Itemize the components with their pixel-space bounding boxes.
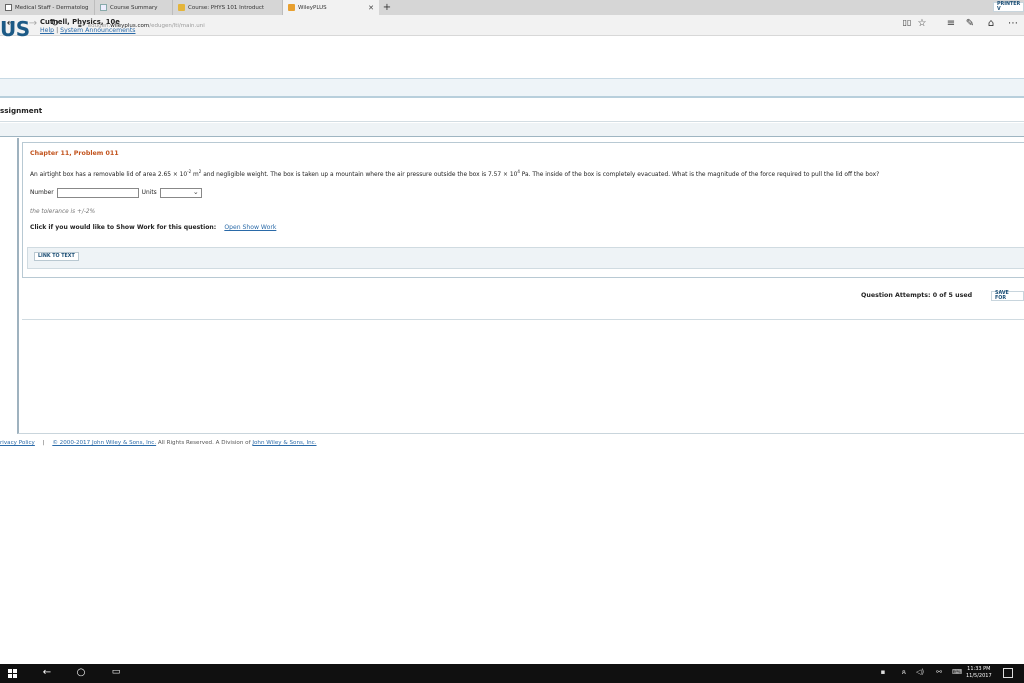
- footer-separator: |: [42, 440, 45, 446]
- keyboard-icon[interactable]: ⌨: [951, 668, 963, 676]
- problem-text: An airtight box has a removable lid of a…: [30, 169, 1024, 178]
- link-to-text-panel: [27, 247, 1024, 269]
- tab-course-summary[interactable]: Course Summary: [95, 0, 173, 15]
- more-icon[interactable]: ⋯: [1006, 18, 1020, 29]
- help-link[interactable]: Help: [40, 27, 54, 34]
- hub-icon[interactable]: ≡: [944, 18, 958, 29]
- copyright-link[interactable]: © 2000-2017 John Wiley & Sons, Inc.: [52, 440, 156, 446]
- number-input[interactable]: [56, 188, 139, 198]
- link-separator: |: [56, 27, 59, 34]
- problem-title: Chapter 11, Problem 011: [30, 150, 119, 157]
- taskbar: ← ○ ▭ ▪ ጰ ◁) ⚯ ⌨ 11:33 PM 11/5/2017: [0, 664, 1024, 683]
- printer-row: [0, 123, 1024, 137]
- tab-wileyplus[interactable]: WileyPLUS ✕: [283, 0, 379, 15]
- show-work-prompt: Click if you would like to Show Work for…: [30, 224, 217, 231]
- clock-time: 11:33 PM: [967, 666, 991, 672]
- url-path: /edugen/lti/main.uni: [149, 22, 205, 29]
- clock[interactable]: 11:33 PM 11/5/2017: [966, 666, 992, 680]
- header-links: Help | System Announcements: [40, 27, 136, 34]
- volume-icon[interactable]: ◁): [914, 668, 926, 676]
- link-to-text-button[interactable]: LINK TO TEXT: [34, 252, 79, 261]
- wileyplus-logo: US: [0, 17, 30, 41]
- problem-text-part: and negligible weight. The box is taken …: [201, 171, 518, 178]
- attempts-bar: [22, 282, 1024, 320]
- windows-start-icon[interactable]: [8, 669, 17, 678]
- book-title: Cutnell, Physics, 10e: [40, 18, 120, 26]
- address-bar: ← → ↻ 🔒︎ edugen.wileyplus.com/edugen/lti…: [0, 15, 1024, 36]
- screen: Medical Staff - Dermatolog Course Summar…: [0, 0, 1024, 683]
- back-arrow-icon[interactable]: ←: [40, 667, 54, 678]
- answer-row: Number Units ⌄: [30, 188, 202, 198]
- people-icon[interactable]: ጰ: [898, 668, 910, 677]
- question-attempts: Question Attempts: 0 of 5 used: [861, 292, 973, 299]
- tab-label: Course: PHYS 101 Introduct: [188, 4, 265, 11]
- save-for-later-button[interactable]: SAVE FOR: [991, 291, 1024, 301]
- reading-view-icon[interactable]: ▯▯: [900, 18, 914, 27]
- web-note-icon[interactable]: ✎: [963, 18, 977, 29]
- wiley-icon: [288, 4, 295, 11]
- page-title: ssignment: [0, 106, 43, 115]
- tab-medical-staff[interactable]: Medical Staff - Dermatolog: [0, 0, 95, 15]
- document-icon: [5, 4, 12, 11]
- task-view-icon[interactable]: ▭: [109, 667, 123, 677]
- tray-app-icon[interactable]: ▪: [877, 668, 889, 676]
- tolerance-text: the tolerance is +/-2%: [30, 209, 96, 215]
- show-work-row: Click if you would like to Show Work for…: [30, 224, 276, 231]
- browser-tab-strip: Medical Staff - Dermatolog Course Summar…: [0, 0, 1024, 15]
- chevron-down-icon: ⌄: [192, 188, 199, 196]
- tab-label: Medical Staff - Dermatolog: [15, 4, 89, 11]
- folder-icon: [178, 4, 185, 11]
- notification-icon[interactable]: [1003, 668, 1013, 678]
- tab-phys-101[interactable]: Course: PHYS 101 Introduct: [173, 0, 283, 15]
- number-label: Number: [30, 190, 54, 196]
- page-icon: [100, 4, 107, 11]
- problem-text-part: m: [191, 171, 199, 178]
- wiley-company-link[interactable]: John Wiley & Sons, Inc.: [252, 440, 316, 446]
- nav-band: [0, 78, 1024, 98]
- problem-text-part: An airtight box has a removable lid of a…: [30, 171, 188, 178]
- share-icon[interactable]: ⌂: [984, 18, 998, 29]
- cortana-icon[interactable]: ○: [74, 667, 88, 678]
- tab-label: WileyPLUS: [298, 4, 327, 11]
- close-tab-icon[interactable]: ✕: [368, 4, 374, 12]
- privacy-policy-link[interactable]: rivacy Policy: [0, 440, 35, 446]
- rights-text: All Rights Reserved. A Division of: [156, 440, 253, 446]
- problem-text-part: Pa. The inside of the box is completely …: [519, 171, 880, 178]
- site-header: [0, 36, 1024, 78]
- tab-label: Course Summary: [110, 4, 158, 11]
- printer-version-button[interactable]: PRINTER V: [993, 2, 1024, 12]
- units-label: Units: [141, 190, 157, 196]
- clock-date: 11/5/2017: [966, 673, 992, 679]
- system-announcements-link[interactable]: System Announcements: [60, 27, 135, 34]
- network-icon[interactable]: ⚯: [933, 668, 945, 676]
- open-show-work-link[interactable]: Open Show Work: [224, 224, 276, 231]
- new-tab-button[interactable]: +: [379, 0, 395, 15]
- assignment-band: [0, 100, 1024, 122]
- units-select[interactable]: ⌄: [159, 188, 202, 198]
- footer: rivacy Policy | © 2000-2017 John Wiley &…: [0, 440, 317, 446]
- favorite-star-icon[interactable]: ☆: [915, 18, 929, 29]
